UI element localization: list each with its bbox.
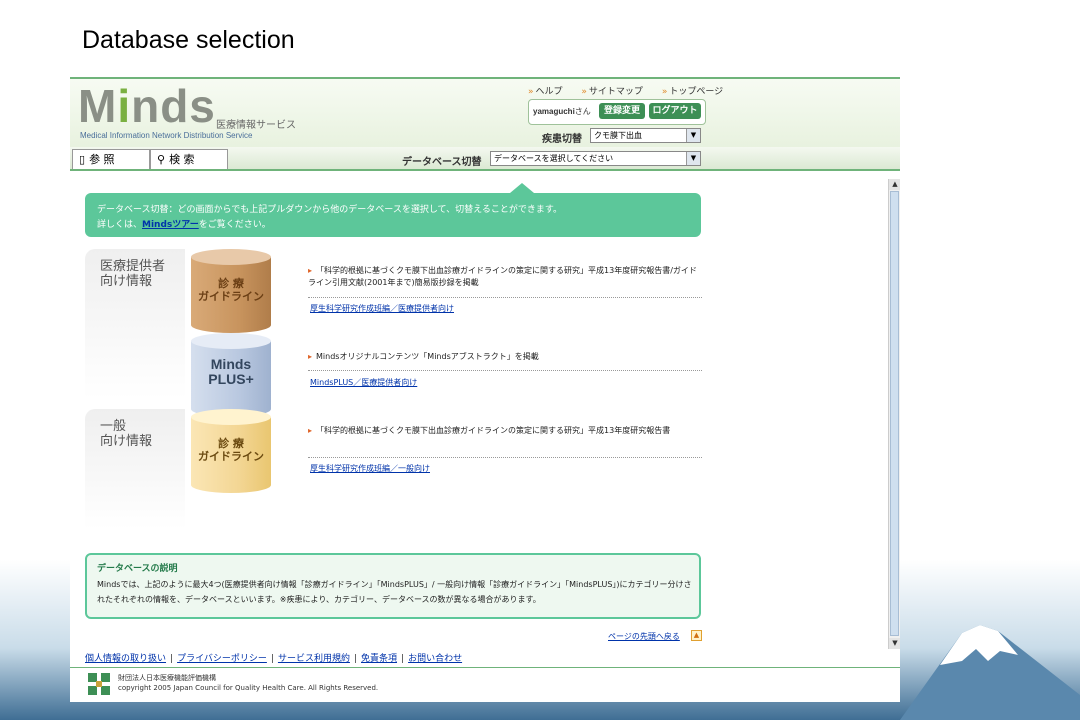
database-select[interactable]: データベースを選択してください ▼ <box>490 151 701 166</box>
footer-link-terms[interactable]: サービス利用規約 <box>278 654 350 664</box>
guideline-provider-link[interactable]: 厚生科学研究作成班編／医療提供者向け <box>310 303 454 314</box>
main-content: データベース切替：どの画面からでも上記プルダウンから他のデータベースを選択して、… <box>70 173 888 673</box>
divider <box>308 457 702 458</box>
register-change-button[interactable]: 登録変更 <box>599 103 645 119</box>
username: yamaguchiさん <box>533 107 591 116</box>
browser-page: Minds 医療情報サービス Medical Information Netwo… <box>70 77 900 702</box>
back-to-top-link[interactable]: ページの先頭へ戻る <box>608 631 680 642</box>
guideline-provider-description: ▸ 「科学的根拠に基づくクモ膜下出血診療ガイドラインの策定に関する研究」平成13年… <box>308 266 697 287</box>
double-arrow-icon: » <box>528 87 534 97</box>
footer-link-disclaimer[interactable]: 免責条項 <box>361 654 397 664</box>
guideline-general-description: ▸ 「科学的根拠に基づくクモ膜下出血診療ガイドラインの策定に関する研究」平成13年… <box>308 426 671 435</box>
guideline-general-link[interactable]: 厚生科学研究作成班編／一般向け <box>310 463 430 474</box>
triangle-bullet-icon: ▸ <box>308 266 313 275</box>
up-pointer <box>510 183 534 193</box>
disease-switch-label: 疾患切替 <box>542 134 582 145</box>
copyright-text: copyright 2005 Japan Council for Quality… <box>118 684 379 692</box>
minds-plus-cylinder[interactable]: Minds PLUS+ <box>191 333 271 419</box>
database-switch-label: データベース切替 <box>402 157 482 168</box>
triangle-bullet-icon: ▸ <box>308 426 313 435</box>
organization-name: 財団法人日本医療機能評価機構 <box>118 674 216 682</box>
minds-plus-description: ▸ Mindsオリジナルコンテンツ「Mindsアブストラクト」を掲載 <box>308 352 539 361</box>
divider <box>308 370 702 371</box>
footer-link-privacy-policy[interactable]: プライバシーポリシー <box>177 654 267 664</box>
double-arrow-icon: » <box>581 87 587 97</box>
database-explanation-box: データベースの説明 Mindsでは、上記のように最大4つ(医療提供者向け情報「診… <box>85 553 701 619</box>
slide-title: Database selection <box>82 26 295 54</box>
vertical-scrollbar[interactable]: ▲ ▼ <box>888 179 900 649</box>
minds-logo[interactable]: Minds <box>78 81 216 131</box>
document-icon: ▯ <box>79 153 86 166</box>
chevron-down-icon: ▼ <box>686 152 700 165</box>
double-arrow-icon: » <box>661 87 668 97</box>
scroll-thumb[interactable] <box>890 191 899 636</box>
scroll-up-icon[interactable]: ▲ <box>889 179 900 190</box>
explanation-text: Mindsでは、上記のように最大4つ(医療提供者向け情報「診療ガイドライン」「M… <box>97 580 692 604</box>
up-arrow-icon[interactable]: ▲ <box>691 630 702 641</box>
jcqhc-logo-icon <box>88 673 110 695</box>
top-links: » ヘルプ » サイトマップ » トップページ <box>528 84 739 97</box>
logo-subtitle-jp: 医療情報サービス <box>216 120 296 131</box>
magnifier-icon: ⚲ <box>157 153 166 166</box>
footer-link-contact[interactable]: お問い合わせ <box>408 654 462 664</box>
minds-tour-link[interactable]: Mindsツアー <box>142 220 199 230</box>
logout-button[interactable]: ログアウト <box>649 103 701 119</box>
footer-divider <box>70 667 900 668</box>
disease-select[interactable]: クモ膜下出血 ▼ <box>590 128 701 143</box>
database-switch-notice: データベース切替：どの画面からでも上記プルダウンから他のデータベースを選択して、… <box>85 183 701 237</box>
divider <box>308 297 702 298</box>
explanation-title: データベースの説明 <box>97 564 178 574</box>
general-section-label: 一般 向け情報 <box>100 419 153 449</box>
toppage-link[interactable]: » トップページ <box>662 87 731 97</box>
minds-plus-link[interactable]: MindsPLUS／医療提供者向け <box>310 377 417 388</box>
notice-line-1: データベース切替：どの画面からでも上記プルダウンから他のデータベースを選択して、… <box>97 205 562 215</box>
triangle-bullet-icon: ▸ <box>308 352 313 361</box>
user-box: yamaguchiさん 登録変更 ログアウト <box>528 99 706 125</box>
scroll-down-icon[interactable]: ▼ <box>889 638 900 649</box>
mountain-decoration <box>900 625 1080 720</box>
footer-organization: 財団法人日本医療機能評価機構 copyright 2005 Japan Coun… <box>118 673 378 693</box>
tab-search[interactable]: ⚲ 検 索 <box>150 149 228 169</box>
footer-links: 個人情報の取り扱い | プライバシーポリシー | サービス利用規約 | 免責条項 | お問い合わ… <box>85 654 463 664</box>
sitemap-link[interactable]: » サイトマップ <box>581 87 651 97</box>
notice-line-2: 詳しくは、Mindsツアーをご覧ください。 <box>97 220 271 230</box>
help-link[interactable]: » ヘルプ <box>528 87 571 97</box>
guideline-provider-cylinder[interactable]: 診 療 ガイドライン <box>191 249 271 335</box>
tab-reference[interactable]: ▯ 参 照 <box>72 149 150 169</box>
tab-bar: ▯ 参 照 ⚲ 検 索 データベース切替 データベースを選択してください ▼ <box>70 147 900 171</box>
chevron-down-icon: ▼ <box>686 129 700 142</box>
logo-subtitle-en: Medical Information Network Distribution… <box>80 131 253 140</box>
site-header: Minds 医療情報サービス Medical Information Netwo… <box>70 79 900 148</box>
provider-section-label: 医療提供者 向け情報 <box>100 259 166 289</box>
footer-link-privacy-handling[interactable]: 個人情報の取り扱い <box>85 654 166 664</box>
guideline-general-cylinder[interactable]: 診 療 ガイドライン <box>191 409 271 495</box>
